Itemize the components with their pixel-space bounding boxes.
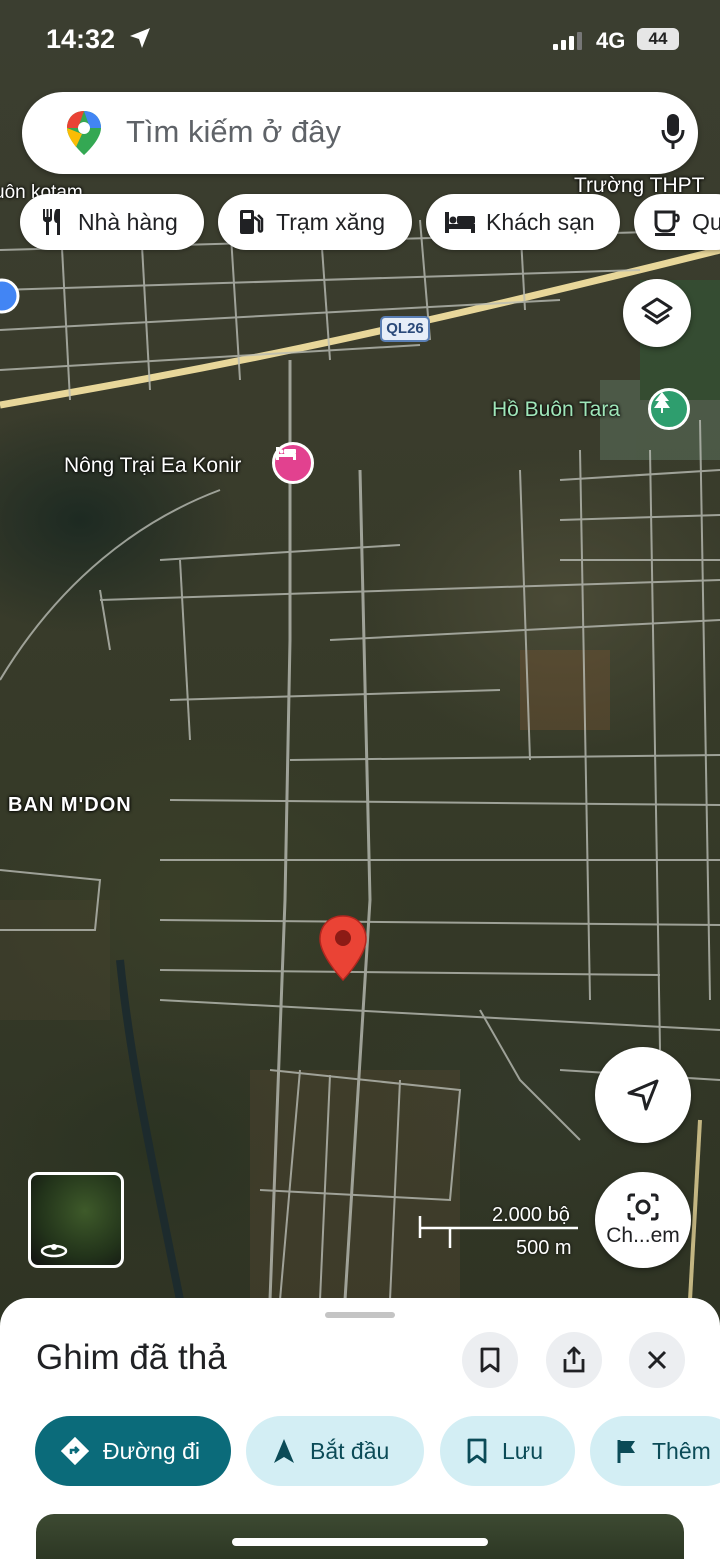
hotel-bed-icon <box>445 212 475 233</box>
coffee-cup-icon <box>654 210 680 236</box>
rotate-360-icon <box>40 1244 68 1258</box>
camera-lens-icon <box>627 1193 659 1221</box>
label-lake[interactable]: Hồ Buôn Tara <box>492 398 620 422</box>
camera-label: Ch...em <box>606 1224 680 1247</box>
chip-label: Nhà hàng <box>78 208 178 235</box>
navigation-arrow-icon <box>274 1439 294 1463</box>
directions-icon <box>61 1437 89 1465</box>
chip-label: Qu <box>692 208 720 235</box>
microphone-icon[interactable] <box>660 112 686 152</box>
bookmark-icon <box>467 1438 487 1464</box>
place-photo[interactable] <box>36 1514 684 1559</box>
chip-restaurants[interactable]: Nhà hàng <box>20 194 204 250</box>
signal-icon <box>553 32 582 50</box>
close-icon <box>647 1350 667 1370</box>
scale-imperial: 2.000 bộ <box>492 1204 570 1226</box>
label-area: BAN M'DON <box>8 794 132 816</box>
gas-station-icon <box>240 210 264 234</box>
camera-search-button[interactable]: Ch...em <box>595 1172 691 1268</box>
battery-level: 44 <box>637 28 679 50</box>
chip-cafes[interactable]: Qu <box>634 194 720 250</box>
hotel-pin-icon[interactable] <box>272 442 314 484</box>
dropped-pin-icon[interactable] <box>318 914 368 984</box>
more-label: Thêm <box>652 1437 711 1464</box>
save-icon-button[interactable] <box>462 1332 518 1388</box>
chip-label: Khách sạn <box>486 208 595 235</box>
status-time: 14:32 <box>46 24 116 54</box>
my-location-button[interactable] <box>595 1047 691 1143</box>
directions-button[interactable]: Đường đi <box>35 1416 231 1486</box>
home-indicator[interactable] <box>232 1538 488 1546</box>
layers-icon <box>641 297 673 325</box>
park-pin-icon[interactable] <box>648 388 690 430</box>
start-button[interactable]: Bắt đầu <box>246 1416 424 1486</box>
chip-label: Trạm xăng <box>276 208 386 235</box>
more-button[interactable]: Thêm <box>590 1416 720 1486</box>
save-button[interactable]: Lưu <box>440 1416 575 1486</box>
flag-icon <box>617 1440 635 1463</box>
category-chips: Nhà hàng Trạm xăng Khách sạn Qu <box>0 194 720 252</box>
layers-button[interactable] <box>623 279 691 347</box>
search-bar[interactable]: Tìm kiếm ở đây <box>22 92 698 174</box>
directions-label: Đường đi <box>103 1437 200 1464</box>
navigation-arrow-icon <box>627 1079 659 1111</box>
sheet-title: Ghim đã thả <box>36 1338 227 1377</box>
map-scale: 2.000 bộ 500 m <box>418 1204 588 1264</box>
label-farm[interactable]: Nông Trại Ea Konir <box>64 454 241 478</box>
google-maps-logo-icon <box>67 111 101 155</box>
share-icon <box>563 1346 585 1373</box>
scale-metric: 500 m <box>516 1237 572 1259</box>
street-view-thumbnail[interactable] <box>28 1172 124 1268</box>
network-type: 4G <box>596 28 626 53</box>
location-arrow-icon <box>130 28 150 48</box>
chip-hotels[interactable]: Khách sạn <box>426 194 620 250</box>
save-label: Lưu <box>502 1437 543 1464</box>
restaurant-icon <box>43 209 60 235</box>
status-bar: 14:32 4G 44 <box>0 0 720 80</box>
share-icon-button[interactable] <box>546 1332 602 1388</box>
search-input[interactable]: Tìm kiếm ở đây <box>126 114 341 150</box>
chip-gas-stations[interactable]: Trạm xăng <box>218 194 412 250</box>
place-bottom-sheet[interactable]: Ghim đã thả Đường đi Bắt đầu Lưu Thêm <box>0 1298 720 1559</box>
close-icon-button[interactable] <box>629 1332 685 1388</box>
bookmark-icon <box>480 1347 500 1373</box>
drag-handle[interactable] <box>325 1312 395 1318</box>
road-shield: QL26 <box>380 316 430 342</box>
start-label: Bắt đầu <box>310 1437 390 1464</box>
